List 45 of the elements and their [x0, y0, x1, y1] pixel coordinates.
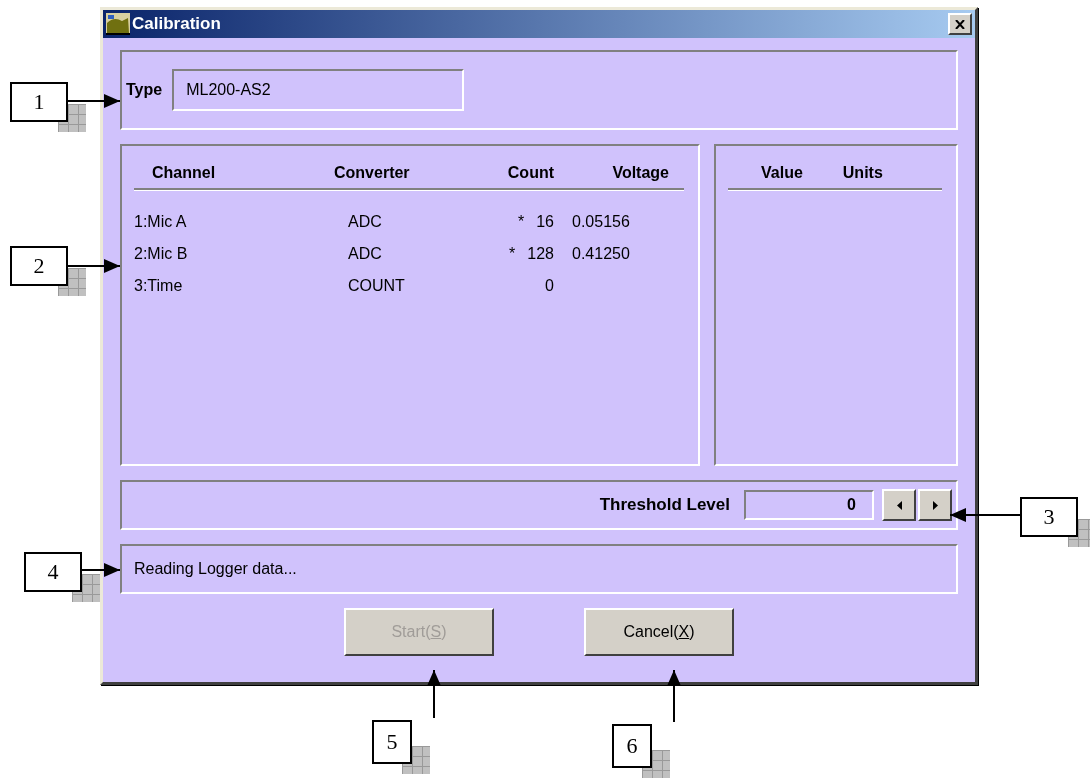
column-header: Value [761, 164, 803, 182]
table-cell-text: 1:Mic A [134, 213, 188, 231]
column-header: Channel [151, 164, 217, 182]
type-field[interactable]: ML200-AS2 [172, 69, 465, 111]
column-header: Converter [334, 164, 411, 182]
table-cell: 0.41250 [572, 245, 630, 262]
callout-number: 5 [372, 720, 412, 764]
type-label: Type [126, 81, 163, 99]
callout-arrow [67, 259, 121, 273]
close-button[interactable] [948, 13, 972, 35]
table-cell: 16 [536, 213, 554, 231]
right-triangle-icon [932, 500, 938, 510]
table-cell: 128 [527, 245, 554, 263]
threshold-field[interactable]: 0 [744, 490, 874, 520]
table-cell: 0 [545, 277, 554, 295]
callout-arrow [667, 669, 681, 723]
callout-arrow [81, 563, 121, 577]
callout-arrow [67, 94, 121, 108]
flag-mark: * [517, 213, 525, 231]
table-cell-text: 3:Time [134, 277, 184, 295]
callout-number: 1 [10, 82, 68, 122]
increase-button[interactable] [918, 489, 952, 521]
threshold-label: Threshold Level [599, 495, 730, 515]
callout-number: 4 [24, 552, 82, 592]
callout-number: 2 [10, 246, 68, 286]
column-header: Count [506, 164, 554, 182]
callout-number: 6 [612, 724, 652, 768]
window-title: Calibration [132, 14, 222, 34]
table-cell: 0.05156 [572, 213, 630, 230]
table-cell-text: ADC [347, 245, 383, 263]
logger-icon [106, 13, 130, 35]
callout-number: 3 [1020, 497, 1078, 537]
status-text: Reading Logger data... [134, 560, 297, 578]
table-cell-text: 2:Mic B [134, 245, 189, 263]
decrease-button[interactable] [882, 489, 916, 521]
dialog-button[interactable]: Cancel(X) [584, 608, 734, 656]
column-header: Units [842, 164, 883, 182]
flag-mark: * [509, 245, 516, 263]
callout-arrow [949, 508, 1021, 522]
table-cell-text: COUNT [347, 277, 406, 295]
callout-arrow [427, 669, 441, 719]
close-icon [955, 19, 965, 29]
table-cell-text: ADC [347, 213, 383, 231]
left-triangle-icon [896, 500, 902, 510]
column-header: Voltage [611, 164, 669, 182]
